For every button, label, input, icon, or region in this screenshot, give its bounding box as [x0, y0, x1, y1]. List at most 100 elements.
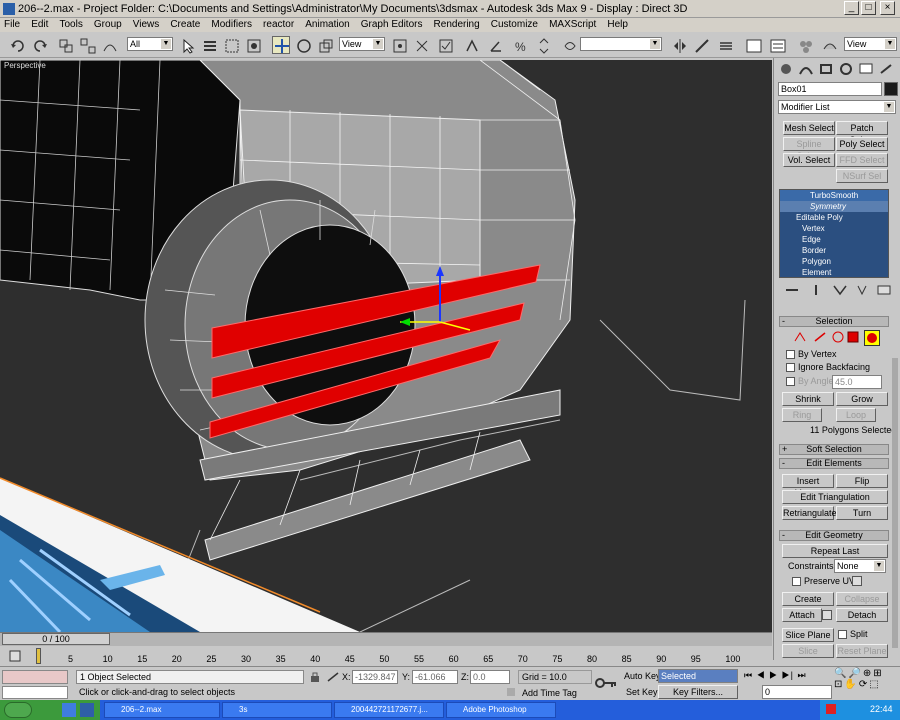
taskbar-item-photoshop[interactable]: Adobe Photoshop: [446, 702, 556, 718]
detach-button[interactable]: Detach: [836, 608, 888, 622]
preserve-uvs-checkbox[interactable]: [792, 577, 801, 586]
menu-customize[interactable]: Customize: [491, 18, 538, 32]
menu-create[interactable]: Create: [170, 18, 200, 32]
named-selection-dropdown[interactable]: ▼: [580, 37, 662, 51]
auto-key-button[interactable]: Auto Key: [624, 671, 661, 681]
menu-edit[interactable]: Edit: [31, 18, 48, 32]
percent-snap-icon[interactable]: %: [510, 36, 528, 54]
display-tab-icon[interactable]: [858, 62, 874, 76]
x-coordinate-field[interactable]: -1329.847: [352, 670, 398, 684]
select-by-name-icon[interactable]: [200, 36, 218, 54]
time-slider[interactable]: 0 / 100: [2, 633, 110, 645]
stack-item-polygon[interactable]: Polygon: [780, 256, 888, 267]
add-time-tag-button[interactable]: Add Time Tag: [522, 688, 577, 698]
window-crossing-icon[interactable]: [244, 36, 262, 54]
region-select-icon[interactable]: [222, 36, 240, 54]
menu-views[interactable]: Views: [133, 18, 160, 32]
preserve-uvs-settings-icon[interactable]: [852, 576, 862, 586]
vertex-mode-icon[interactable]: [792, 330, 808, 344]
material-editor-icon[interactable]: [796, 36, 814, 54]
tray-antivirus-icon[interactable]: [826, 704, 836, 714]
select-and-link-icon[interactable]: [56, 36, 74, 54]
by-angle-checkbox[interactable]: [786, 377, 795, 386]
element-mode-icon[interactable]: [864, 330, 880, 346]
taskbar-item-image[interactable]: 200442721172677.j...: [334, 702, 444, 718]
set-key-button[interactable]: Set Key: [626, 687, 658, 697]
spline-select-button[interactable]: Spline Select: [783, 137, 835, 161]
selection-filter-dropdown[interactable]: All ▼: [127, 37, 173, 51]
attach-button[interactable]: Attach: [782, 608, 822, 622]
stack-item-element[interactable]: Element: [780, 267, 888, 278]
curve-editor-icon[interactable]: [744, 36, 762, 54]
y-coordinate-field[interactable]: -61.066: [412, 670, 458, 684]
mesh-select-button[interactable]: Mesh Select: [783, 121, 835, 135]
menu-help[interactable]: Help: [607, 18, 628, 32]
ignore-backfacing-checkbox[interactable]: [786, 363, 795, 372]
patch-select-button[interactable]: Patch Select: [836, 121, 888, 145]
current-frame-marker[interactable]: [36, 648, 41, 664]
mirror-icon[interactable]: [670, 36, 688, 54]
pivot-center-icon[interactable]: [390, 36, 408, 54]
stack-item-edge[interactable]: Edge: [780, 234, 888, 245]
rotate-icon[interactable]: [294, 36, 312, 54]
select-manipulate-icon[interactable]: [412, 36, 430, 54]
key-filters-button[interactable]: Key Filters...: [658, 685, 738, 699]
set-key-icon[interactable]: [592, 673, 618, 693]
make-unique-icon[interactable]: [832, 284, 848, 296]
ring-button[interactable]: Ring: [782, 408, 822, 422]
menu-maxscript[interactable]: MAXScript: [549, 18, 596, 32]
absolute-mode-icon[interactable]: [326, 671, 340, 683]
playback-controls[interactable]: ⏮ ◀ ▶ ▶| ⏭: [744, 670, 840, 684]
select-object-icon[interactable]: [178, 36, 196, 54]
keyboard-shortcut-icon[interactable]: [436, 36, 454, 54]
utilities-tab-icon[interactable]: [878, 62, 894, 76]
stack-item-vertex[interactable]: Vertex: [780, 223, 888, 234]
quick-launch-desktop-icon[interactable]: [80, 703, 94, 717]
layer-manager-icon[interactable]: [716, 36, 734, 54]
pin-stack-icon[interactable]: [784, 284, 800, 296]
poly-select-button[interactable]: Poly Select: [836, 137, 888, 151]
timeline-track[interactable]: [0, 632, 772, 646]
align-icon[interactable]: [692, 36, 710, 54]
spinner-snap-icon[interactable]: [534, 36, 552, 54]
insert-vertex-button[interactable]: Insert Vertex: [782, 474, 834, 498]
lock-selection-icon[interactable]: [308, 671, 322, 683]
bind-space-warp-icon[interactable]: [100, 36, 118, 54]
soft-selection-rollout-header[interactable]: + Soft Selection: [779, 444, 889, 455]
modifier-stack[interactable]: TurboSmooth Symmetry Editable Poly Verte…: [779, 189, 889, 278]
menu-group[interactable]: Group: [94, 18, 122, 32]
turn-button[interactable]: Turn: [836, 506, 888, 520]
perspective-viewport[interactable]: [0, 60, 772, 632]
viewport-navigation-icons[interactable]: 🔍🔎⊕⊞ ⊡✋⟳⬚: [834, 668, 898, 698]
track-bar[interactable]: 5 10 15 20 25 30 35 40 45 50 55 60 65 70 75 80 85 90 95 100: [0, 646, 772, 666]
move-icon[interactable]: [272, 36, 290, 54]
time-tag-icon[interactable]: [506, 687, 516, 697]
create-tab-icon[interactable]: [778, 62, 794, 76]
key-mode-dropdown[interactable]: Selected: [658, 669, 738, 683]
polygon-mode-icon[interactable]: [846, 330, 860, 344]
attach-list-icon[interactable]: [822, 610, 832, 620]
selection-rollout-header[interactable]: - Selection: [779, 316, 889, 327]
stack-item-symmetry[interactable]: Symmetry: [780, 201, 888, 212]
render-setup-icon[interactable]: [820, 36, 838, 54]
maxscript-listener[interactable]: [2, 670, 68, 684]
edge-mode-icon[interactable]: [812, 330, 828, 344]
edit-elements-rollout-header[interactable]: - Edit Elements: [779, 458, 889, 469]
object-color-swatch[interactable]: [884, 82, 898, 96]
undo-icon[interactable]: [8, 36, 26, 54]
maxscript-mini-input[interactable]: [2, 686, 68, 699]
minimize-button[interactable]: _: [844, 1, 859, 15]
edit-geometry-rollout-header[interactable]: - Edit Geometry: [779, 530, 889, 541]
unlink-icon[interactable]: [78, 36, 96, 54]
angle-snap-icon[interactable]: [486, 36, 504, 54]
create-button[interactable]: Create: [782, 592, 834, 606]
stack-item-editable-poly[interactable]: Editable Poly: [780, 212, 888, 223]
hierarchy-tab-icon[interactable]: [818, 62, 834, 76]
command-panel-scrollbar[interactable]: [892, 358, 898, 648]
quick-launch-ie-icon[interactable]: [62, 703, 76, 717]
retriangulate-button[interactable]: Retriangulate: [782, 506, 837, 520]
border-mode-icon[interactable]: [830, 330, 846, 344]
by-angle-value-field[interactable]: 45.0: [832, 375, 882, 389]
z-coordinate-field[interactable]: 0.0: [470, 670, 510, 684]
loop-button[interactable]: Loop: [836, 408, 876, 422]
